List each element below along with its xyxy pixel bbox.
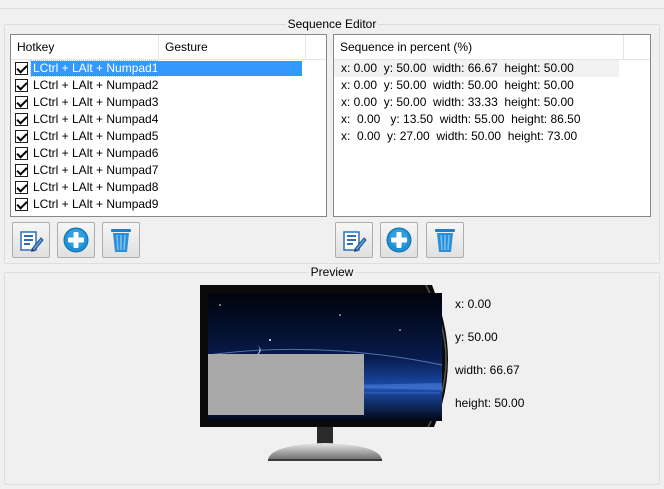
hotkey-checkbox[interactable]	[15, 181, 28, 194]
add-sequence-button[interactable]	[380, 222, 418, 258]
hotkey-checkbox[interactable]	[15, 113, 28, 126]
hotkey-rows: LCtrl + LAlt + Numpad1 LCtrl + LAlt + Num…	[11, 60, 326, 213]
gesture-cell	[157, 180, 302, 195]
hotkey-checkbox[interactable]	[15, 79, 28, 92]
hotkey-cell: LCtrl + LAlt + Numpad6	[33, 146, 159, 160]
add-icon	[386, 227, 412, 253]
hotkey-row[interactable]: LCtrl + LAlt + Numpad8	[11, 179, 326, 196]
hotkey-row[interactable]: LCtrl + LAlt + Numpad3	[11, 94, 326, 111]
sequence-row[interactable]: x: 0.00 y: 50.00 width: 66.67 height: 50…	[334, 60, 619, 77]
hotkey-list[interactable]: Hotkey Gesture LCtrl + LAlt + Numpad1 LCt…	[10, 34, 327, 217]
add-icon	[63, 227, 89, 253]
hotkey-row[interactable]: LCtrl + LAlt + Numpad7	[11, 162, 326, 179]
preview-height-label: height: 50.00	[455, 396, 525, 410]
delete-hotkey-button[interactable]	[102, 222, 140, 258]
column-gesture[interactable]: Gesture	[159, 35, 306, 59]
sequence-rows: x: 0.00 y: 50.00 width: 66.67 height: 50…	[334, 60, 650, 145]
sequence-row[interactable]: x: 0.00 y: 13.50 width: 55.00 height: 86…	[334, 111, 619, 128]
hotkey-row[interactable]: LCtrl + LAlt + Numpad9	[11, 196, 326, 213]
preview-y-label: y: 50.00	[455, 330, 498, 344]
hotkey-cell: LCtrl + LAlt + Numpad4	[33, 112, 159, 126]
sequence-list-header: Sequence in percent (%)	[334, 35, 650, 60]
top-edge	[0, 0, 664, 9]
gesture-cell	[157, 112, 302, 127]
hotkey-checkbox[interactable]	[15, 147, 28, 160]
hotkey-list-header: Hotkey Gesture	[11, 35, 326, 60]
hotkey-cell: LCtrl + LAlt + Numpad1	[30, 60, 159, 77]
gesture-cell	[157, 61, 302, 76]
preview-title: Preview	[308, 265, 356, 279]
gesture-cell	[157, 78, 302, 93]
hotkey-row[interactable]: LCtrl + LAlt + Numpad4	[11, 111, 326, 128]
column-sequence[interactable]: Sequence in percent (%)	[334, 35, 624, 59]
delete-icon	[435, 229, 455, 252]
sequence-list[interactable]: Sequence in percent (%) x: 0.00 y: 50.00…	[333, 34, 651, 217]
hotkey-cell: LCtrl + LAlt + Numpad7	[33, 163, 159, 177]
edit-sequence-button[interactable]	[335, 222, 373, 258]
hotkey-checkbox[interactable]	[15, 164, 28, 177]
sequence-editor-title: Sequence Editor	[285, 17, 379, 31]
sequence-row[interactable]: x: 0.00 y: 50.00 width: 50.00 height: 50…	[334, 77, 619, 94]
hotkey-cell: LCtrl + LAlt + Numpad9	[33, 197, 159, 211]
hotkey-checkbox[interactable]	[15, 62, 28, 75]
hotkey-cell: LCtrl + LAlt + Numpad8	[33, 180, 159, 194]
edit-hotkey-button[interactable]	[12, 222, 50, 258]
gesture-cell	[157, 95, 302, 110]
hotkey-row[interactable]: LCtrl + LAlt + Numpad2	[11, 77, 326, 94]
gesture-cell	[157, 129, 302, 144]
add-hotkey-button[interactable]	[57, 222, 95, 258]
edit-icon	[343, 231, 367, 252]
sequence-row[interactable]: x: 0.00 y: 27.00 width: 50.00 height: 73…	[334, 128, 619, 145]
column-filler	[624, 35, 650, 59]
preview-width-label: width: 66.67	[455, 363, 520, 377]
column-hotkey[interactable]: Hotkey	[11, 35, 159, 59]
edit-icon	[20, 231, 44, 252]
hotkey-checkbox[interactable]	[15, 96, 28, 109]
sequence-row[interactable]: x: 0.00 y: 50.00 width: 33.33 height: 50…	[334, 94, 619, 111]
column-filler	[306, 35, 326, 59]
hotkey-checkbox[interactable]	[15, 130, 28, 143]
gesture-cell	[157, 163, 302, 178]
hotkey-cell: LCtrl + LAlt + Numpad3	[33, 95, 159, 109]
gesture-cell	[157, 146, 302, 161]
hotkey-row[interactable]: LCtrl + LAlt + Numpad1	[11, 60, 326, 77]
hotkey-row[interactable]: LCtrl + LAlt + Numpad6	[11, 145, 326, 162]
preview-rectangle	[208, 354, 364, 415]
hotkey-cell: LCtrl + LAlt + Numpad2	[33, 78, 159, 92]
gesture-cell	[157, 197, 302, 212]
preview-x-label: x: 0.00	[455, 297, 492, 311]
delete-sequence-button[interactable]	[426, 222, 464, 258]
hotkey-cell: LCtrl + LAlt + Numpad5	[33, 129, 159, 143]
delete-icon	[111, 229, 131, 252]
hotkey-checkbox[interactable]	[15, 198, 28, 211]
hotkey-row[interactable]: LCtrl + LAlt + Numpad5	[11, 128, 326, 145]
